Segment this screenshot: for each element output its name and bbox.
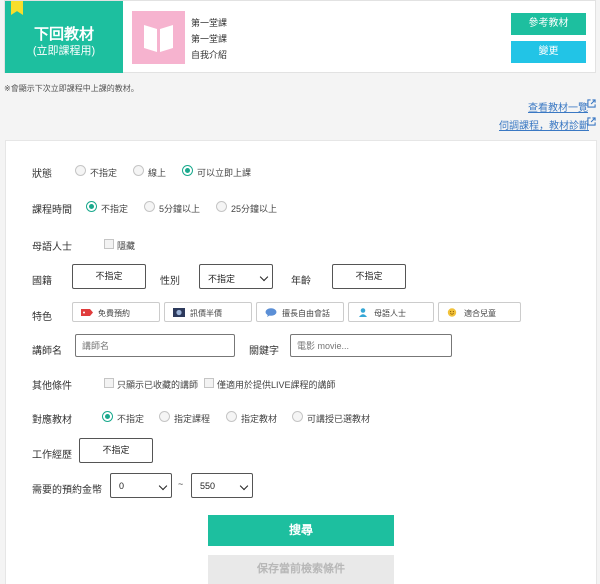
keyword-input[interactable] bbox=[290, 334, 452, 357]
material-radio-course[interactable] bbox=[159, 411, 170, 422]
feature-free-talk[interactable]: 擅長自由會話 bbox=[256, 302, 344, 322]
chevron-down-icon bbox=[239, 481, 249, 490]
age-select[interactable]: 不指定 bbox=[332, 264, 406, 289]
native-label: 母語人士 bbox=[32, 242, 72, 253]
material-list-link[interactable]: 查看教材一覽 bbox=[528, 99, 588, 114]
favorites-only-text: 只顯示已收藏的講師 bbox=[117, 380, 199, 390]
status-label: 狀態 bbox=[32, 169, 52, 180]
material-radio-textbook[interactable] bbox=[226, 411, 237, 422]
price-min-value: 0 bbox=[119, 481, 125, 491]
material-option-textbook: 指定教材 bbox=[241, 414, 278, 424]
age-label: 年齡 bbox=[291, 276, 311, 287]
lesson-time-option-25: 25分鐘以上 bbox=[231, 204, 278, 214]
speech-bubble-icon bbox=[265, 308, 277, 317]
person-icon bbox=[359, 308, 367, 317]
price-separator: ~ bbox=[178, 479, 184, 489]
feature-kids[interactable]: 適合兒童 bbox=[438, 302, 521, 322]
coin-icon bbox=[173, 308, 185, 317]
material-filter-label: 對應教材 bbox=[32, 415, 72, 426]
status-radio-online[interactable] bbox=[133, 165, 144, 176]
price-max-select[interactable]: 550 bbox=[191, 473, 253, 498]
material-line-2: 第一堂課 bbox=[191, 34, 228, 44]
external-link-icon bbox=[587, 99, 596, 108]
nationality-label: 國籍 bbox=[32, 276, 52, 287]
search-button[interactable]: 搜尋 bbox=[208, 515, 394, 546]
status-option-now: 可以立即上課 bbox=[197, 168, 252, 178]
hide-native-checkbox[interactable] bbox=[104, 239, 114, 249]
ticket-icon bbox=[81, 309, 93, 316]
gender-value: 不指定 bbox=[208, 274, 236, 284]
material-option-any: 不指定 bbox=[117, 414, 145, 424]
gender-label: 性別 bbox=[160, 276, 180, 287]
status-radio-now[interactable] bbox=[182, 165, 193, 176]
lesson-time-radio-5[interactable] bbox=[144, 201, 155, 212]
nationality-select[interactable]: 不指定 bbox=[72, 264, 146, 289]
diagnosis-link[interactable]: 伺調課程，教材診斷 bbox=[499, 117, 589, 132]
experience-label: 工作經歷 bbox=[32, 450, 72, 461]
favorites-only-checkbox[interactable] bbox=[104, 378, 114, 388]
lesson-time-label: 課程時間 bbox=[32, 205, 72, 216]
feature-native[interactable]: 母語人士 bbox=[348, 302, 434, 322]
lesson-time-option-any: 不指定 bbox=[101, 204, 129, 214]
other-conditions-label: 其他條件 bbox=[32, 381, 72, 392]
features-label: 特色 bbox=[32, 312, 52, 323]
open-book-icon bbox=[144, 25, 173, 52]
live-only-checkbox[interactable] bbox=[204, 378, 214, 388]
teacher-name-input[interactable] bbox=[75, 334, 235, 357]
lesson-time-radio-25[interactable] bbox=[216, 201, 227, 212]
price-max-value: 550 bbox=[200, 481, 216, 491]
material-line-3: 自我介紹 bbox=[191, 50, 228, 60]
teacher-name-label: 講師名 bbox=[32, 346, 62, 357]
material-radio-any[interactable] bbox=[102, 411, 113, 422]
status-radio-any[interactable] bbox=[75, 165, 86, 176]
smiley-icon bbox=[447, 308, 457, 317]
next-material-card: 下回教材 (立即課程用) 第一堂課 第一堂課 自我介紹 參考教材 變更 bbox=[4, 0, 596, 73]
status-option-online: 線上 bbox=[148, 168, 167, 178]
chevron-down-icon bbox=[259, 272, 269, 281]
live-only-text: 僅適用於提供LIVE課程的講師 bbox=[217, 380, 336, 390]
price-min-select[interactable]: 0 bbox=[110, 473, 172, 498]
reference-material-button[interactable]: 參考教材 bbox=[511, 13, 586, 35]
next-material-heading: 下回教材 bbox=[33, 26, 94, 43]
status-option-any: 不指定 bbox=[90, 168, 118, 178]
material-option-selected: 可講授已選教材 bbox=[307, 414, 371, 424]
change-material-button[interactable]: 變更 bbox=[511, 41, 586, 63]
lesson-time-option-5: 5分鐘以上 bbox=[159, 204, 201, 214]
material-line-1: 第一堂課 bbox=[191, 18, 228, 28]
chevron-down-icon bbox=[158, 481, 168, 490]
notice-text: ※會顯示下次立即課程中上課的教材。 bbox=[4, 84, 139, 93]
lesson-time-radio-any[interactable] bbox=[86, 201, 97, 212]
keyword-label: 關鍵字 bbox=[249, 346, 279, 357]
material-option-course: 指定課程 bbox=[174, 414, 211, 424]
gender-select[interactable]: 不指定 bbox=[199, 264, 273, 289]
save-conditions-button[interactable]: 保存當前檢索條件 bbox=[208, 555, 394, 584]
hide-native-text: 隱藏 bbox=[117, 241, 136, 251]
next-material-subheading: (立即課程用) bbox=[32, 45, 96, 57]
price-label: 需要的預約金幣 bbox=[32, 485, 102, 496]
material-radio-selected[interactable] bbox=[292, 411, 303, 422]
feature-free-booking[interactable]: 免費預約 bbox=[72, 302, 160, 322]
experience-select[interactable]: 不指定 bbox=[79, 438, 153, 463]
feature-half-price[interactable]: 訊價半價 bbox=[164, 302, 252, 322]
external-link-icon bbox=[587, 117, 596, 126]
material-thumbnail bbox=[132, 11, 185, 64]
